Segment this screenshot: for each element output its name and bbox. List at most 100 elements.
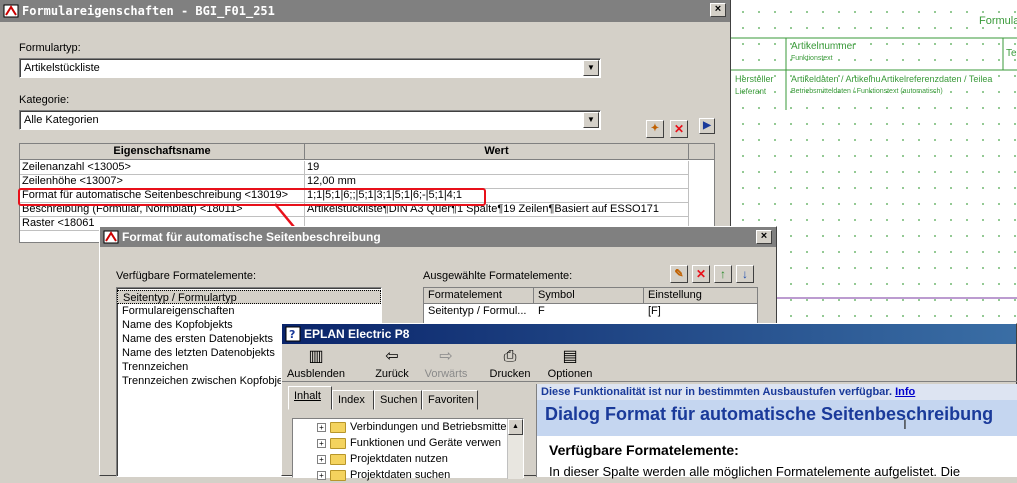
edit-element-button[interactable]: ✎	[670, 265, 688, 283]
eplan-app-icon	[3, 4, 19, 18]
vorwärts-label: Vorwärts	[424, 368, 468, 380]
help-tree: + Verbindungen und Betriebsmittel + Funktio…	[292, 418, 524, 481]
property-value-cell[interactable]: 19	[305, 161, 689, 175]
help-app-icon: ?	[285, 326, 301, 342]
tab-inhalt[interactable]: Inhalt	[288, 386, 332, 410]
col-header-value[interactable]: Wert	[305, 144, 689, 160]
forward-arrow-icon: ⇨	[439, 348, 453, 365]
selected-elements-grid: Formatelement Symbol Einstellung Seitentyp…	[423, 287, 758, 327]
selected-col-header[interactable]: Formatelement	[424, 288, 534, 304]
category-label: Kategorie:	[19, 94, 70, 106]
help-nav-pane: Inhalt Index Suchen Favoriten + Verbindungen…	[286, 386, 530, 481]
tab-favoriten[interactable]: Favoriten	[422, 390, 478, 410]
tree-scrollbar[interactable]: ▲	[507, 419, 523, 479]
expand-icon[interactable]: +	[317, 438, 326, 448]
ausblenden-label: Ausblenden	[286, 368, 346, 380]
hide-icon: ▥	[308, 348, 324, 365]
drucken-label: Drucken	[489, 368, 531, 380]
available-element-item[interactable]: Formulareigenschaften	[117, 304, 381, 318]
printer-icon: ⎙	[503, 348, 517, 365]
folder-icon	[330, 421, 346, 433]
selected-element-cell[interactable]: F	[534, 305, 644, 319]
delete-property-button[interactable]: ✕	[670, 120, 688, 138]
expand-icon[interactable]: +	[317, 470, 326, 480]
back-arrow-icon: ⇦	[385, 348, 399, 365]
help-content-pane: Diese Funktionalität ist nur in bestimmt…	[536, 384, 1017, 479]
available-elements-label: Verfügbare Formatelemente:	[116, 270, 257, 282]
zurück-label: Zurück	[375, 368, 409, 380]
ausblenden-button[interactable]: ▥ Ausblenden	[286, 346, 346, 380]
move-up-button[interactable]: ↑	[714, 265, 732, 283]
property-name-cell[interactable]: Zeilenanzahl <13005>	[20, 161, 305, 175]
help-notice-bar: Diese Funktionalität ist nur in bestimmt…	[537, 384, 1017, 400]
selected-element-cell[interactable]: Seitentyp / Formul...	[424, 305, 534, 319]
expand-icon[interactable]: +	[317, 422, 326, 432]
folder-icon	[330, 437, 346, 449]
tree-item[interactable]: + Verbindungen und Betriebsmittel	[317, 419, 509, 435]
selected-col-header[interactable]: Einstellung	[644, 288, 757, 304]
property-value-cell[interactable]: 12,00 mm	[305, 175, 689, 189]
delete-element-button[interactable]: ✕	[692, 265, 710, 283]
chevron-down-icon[interactable]: ▼	[583, 60, 599, 76]
zurück-button[interactable]: ⇦ Zurück	[364, 346, 420, 380]
property-name-cell[interactable]: Zeilenhöhe <13007>	[20, 175, 305, 189]
folder-icon	[330, 469, 346, 481]
help-window-titlebar[interactable]: ? EPLAN Electric P8	[282, 324, 1016, 344]
more-button[interactable]: ▶	[699, 118, 715, 134]
cad-hersteller: Hersteller	[735, 74, 774, 84]
eplan-app-icon	[103, 230, 119, 244]
optionen-button[interactable]: ▤ Optionen	[542, 346, 598, 380]
scroll-up-button[interactable]: ▲	[508, 419, 523, 435]
category-value: Alle Kategorien	[24, 114, 99, 126]
available-element-item[interactable]: Seitentyp / Formulartyp	[117, 290, 381, 304]
format-dialog-titlebar[interactable]: Format für automatische Seitenbeschreibu…	[100, 227, 776, 247]
tree-item-label: Verbindungen und Betriebsmittel	[350, 421, 509, 433]
tab-suchen[interactable]: Suchen	[374, 390, 422, 410]
help-notice-link[interactable]: Info	[895, 386, 915, 398]
tree-item[interactable]: + Funktionen und Geräte verwen	[317, 435, 501, 451]
selected-element-cell[interactable]: [F]	[644, 305, 757, 319]
help-subheading: Verfügbare Formatelemente:	[549, 442, 739, 458]
highlight-box	[18, 188, 486, 206]
drucken-button[interactable]: ⎙ Drucken	[482, 346, 538, 380]
folder-icon	[330, 453, 346, 465]
text-cursor-icon: I	[903, 416, 907, 432]
form-properties-titlebar[interactable]: Formulareigenschaften - BGI_F01_251	[0, 0, 730, 22]
tree-item[interactable]: + Projektdaten suchen	[317, 467, 450, 483]
help-toolbar: ▥ Ausblenden ⇦ Zurück ⇨ Vorwärts ⎙ Drucken ▤ Opti…	[282, 346, 1017, 382]
optionen-label: Optionen	[547, 368, 593, 380]
form-type-select[interactable]: Artikelstückliste ▼	[19, 58, 601, 78]
chevron-down-icon[interactable]: ▼	[583, 112, 599, 128]
move-down-button[interactable]: ↓	[736, 265, 754, 283]
selected-elements-label: Ausgewählte Formatelemente:	[423, 270, 573, 282]
help-heading: Dialog Format für automatische Seitenbes…	[545, 404, 994, 424]
selected-col-header[interactable]: Symbol	[534, 288, 644, 304]
tree-item[interactable]: + Projektdaten nutzen	[317, 451, 448, 467]
expand-icon[interactable]: +	[317, 454, 326, 464]
form-properties-title: Formulareigenschaften - BGI_F01_251	[22, 4, 275, 18]
help-window-title: EPLAN Electric P8	[304, 327, 410, 341]
tab-index[interactable]: Index	[332, 390, 374, 410]
svg-text:?: ?	[289, 328, 295, 341]
help-heading-bar: Dialog Format für automatische Seitenbes…	[537, 400, 1017, 436]
tree-item-label: Projektdaten suchen	[350, 469, 451, 481]
vorwärts-button[interactable]: ⇨ Vorwärts	[418, 346, 474, 380]
cad-header-text: Formular	[979, 15, 1017, 27]
form-type-label: Formulartyp:	[19, 42, 81, 54]
cad-col1-sub: Funktionstext	[791, 55, 833, 62]
form-properties-close-button[interactable]: ×	[710, 3, 726, 17]
tree-item-label: Projektdaten nutzen	[350, 453, 448, 465]
cad-col1-title: Artikelnummer	[791, 41, 856, 52]
cad-artikelref: Artikelreferenzdaten / Teilea	[881, 74, 993, 84]
help-window: ? EPLAN Electric P8 ▥ Ausblenden ⇦ Zurück ⇨ V…	[281, 323, 1017, 481]
new-property-button[interactable]: ✦	[646, 120, 664, 138]
tree-item-label: Funktionen und Geräte verwen	[350, 437, 502, 449]
options-icon: ▤	[562, 348, 578, 365]
help-notice: Diese Funktionalität ist nur in bestimmt…	[541, 386, 893, 398]
format-dialog-title: Format für automatische Seitenbeschreibu…	[122, 230, 381, 244]
category-select[interactable]: Alle Kategorien ▼	[19, 110, 601, 130]
col-header-name[interactable]: Eigenschaftsname	[20, 144, 305, 160]
format-dialog-close-button[interactable]: ×	[756, 230, 772, 244]
form-type-value: Artikelstückliste	[24, 62, 100, 74]
cad-lieferant: Lieferant	[735, 87, 767, 96]
